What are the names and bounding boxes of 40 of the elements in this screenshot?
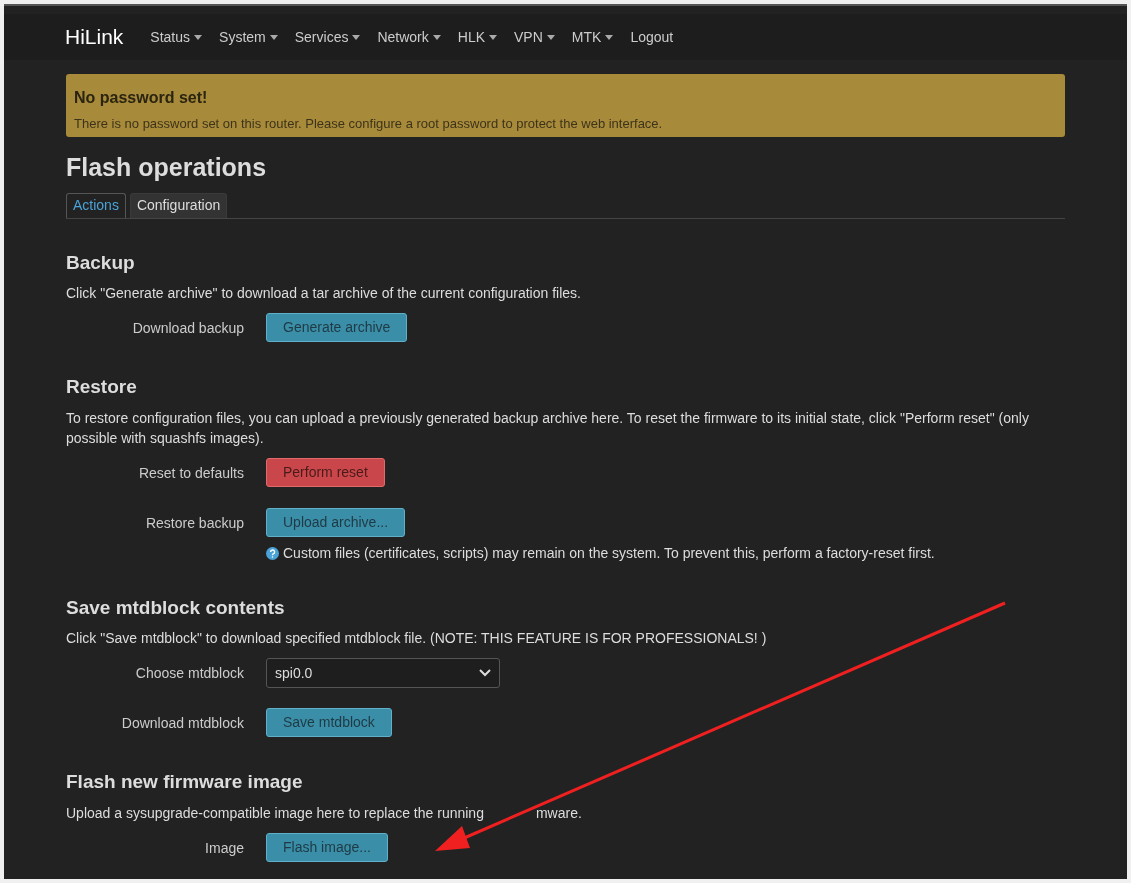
section-description: Click "Save mtdblock" to download specified mtdblock file. (NOTE: THIS FEATURE IS FOR PROFESSIONALS! ): [66, 629, 768, 648]
page-title: Flash operations: [66, 152, 268, 183]
nav-menu-item[interactable]: Services: [294, 26, 361, 48]
section-description: Click "Generate archive" to download a tar archive of the current configuration files.: [66, 284, 582, 303]
nav-menu-item[interactable]: Status: [150, 26, 203, 48]
caret-icon: [546, 34, 555, 40]
nav-menu-item[interactable]: System: [219, 26, 278, 48]
field-label: Restore backup: [145, 514, 244, 531]
tab[interactable]: Configuration: [129, 192, 228, 218]
section-title: Backup: [66, 250, 136, 275]
chevron-icon: [479, 669, 491, 677]
nav-menu-item[interactable]: Logout: [630, 26, 674, 48]
caret-icon: [489, 34, 498, 40]
field-label: Image: [205, 839, 244, 856]
banner-title: No password set!: [74, 88, 209, 108]
field-label: Download backup: [132, 320, 244, 336]
section-title: Flash new firmware image: [66, 770, 304, 794]
field-label: Download mtdblock: [121, 715, 244, 731]
select-field[interactable]: spi0.0: [266, 658, 500, 688]
banner-message: There is no password set on this router. Please configure a root password to protect the web interface.: [74, 115, 664, 133]
nav-menu-item[interactable]: HLK: [457, 26, 498, 48]
help-icon: [266, 546, 279, 560]
field-label: Choose mtdblock: [135, 665, 244, 681]
section-description: mware.: [535, 803, 582, 823]
caret-icon: [352, 34, 361, 40]
hint-text: Custom files (certificates, scripts) may remain on the system. To prevent this, perform a factory-reset first.: [283, 543, 935, 563]
nav-menu-item[interactable]: Network: [377, 26, 441, 48]
caret-icon: [432, 34, 441, 40]
brand-logo[interactable]: HiLink: [65, 21, 124, 53]
field-label: Reset to defaults: [138, 464, 244, 481]
section-description: To restore configuration files, you can upload a previously generated backup archive here. To reset the firmware to its initial state, click "Perform reset" (only possible with squashfs images).: [66, 408, 1030, 448]
nav-menu-item[interactable]: VPN: [514, 26, 555, 48]
section-description: Upload a sysupgrade-compatible image here to replace the running: [66, 803, 484, 823]
nav-menu-item[interactable]: MTK: [571, 26, 614, 48]
section-title: Restore: [66, 375, 138, 399]
caret-icon: [269, 34, 278, 40]
tab[interactable]: Actions: [66, 192, 126, 218]
section-title: Save mtdblock contents: [66, 595, 286, 620]
caret-icon: [605, 34, 614, 40]
caret-icon: [194, 34, 203, 40]
